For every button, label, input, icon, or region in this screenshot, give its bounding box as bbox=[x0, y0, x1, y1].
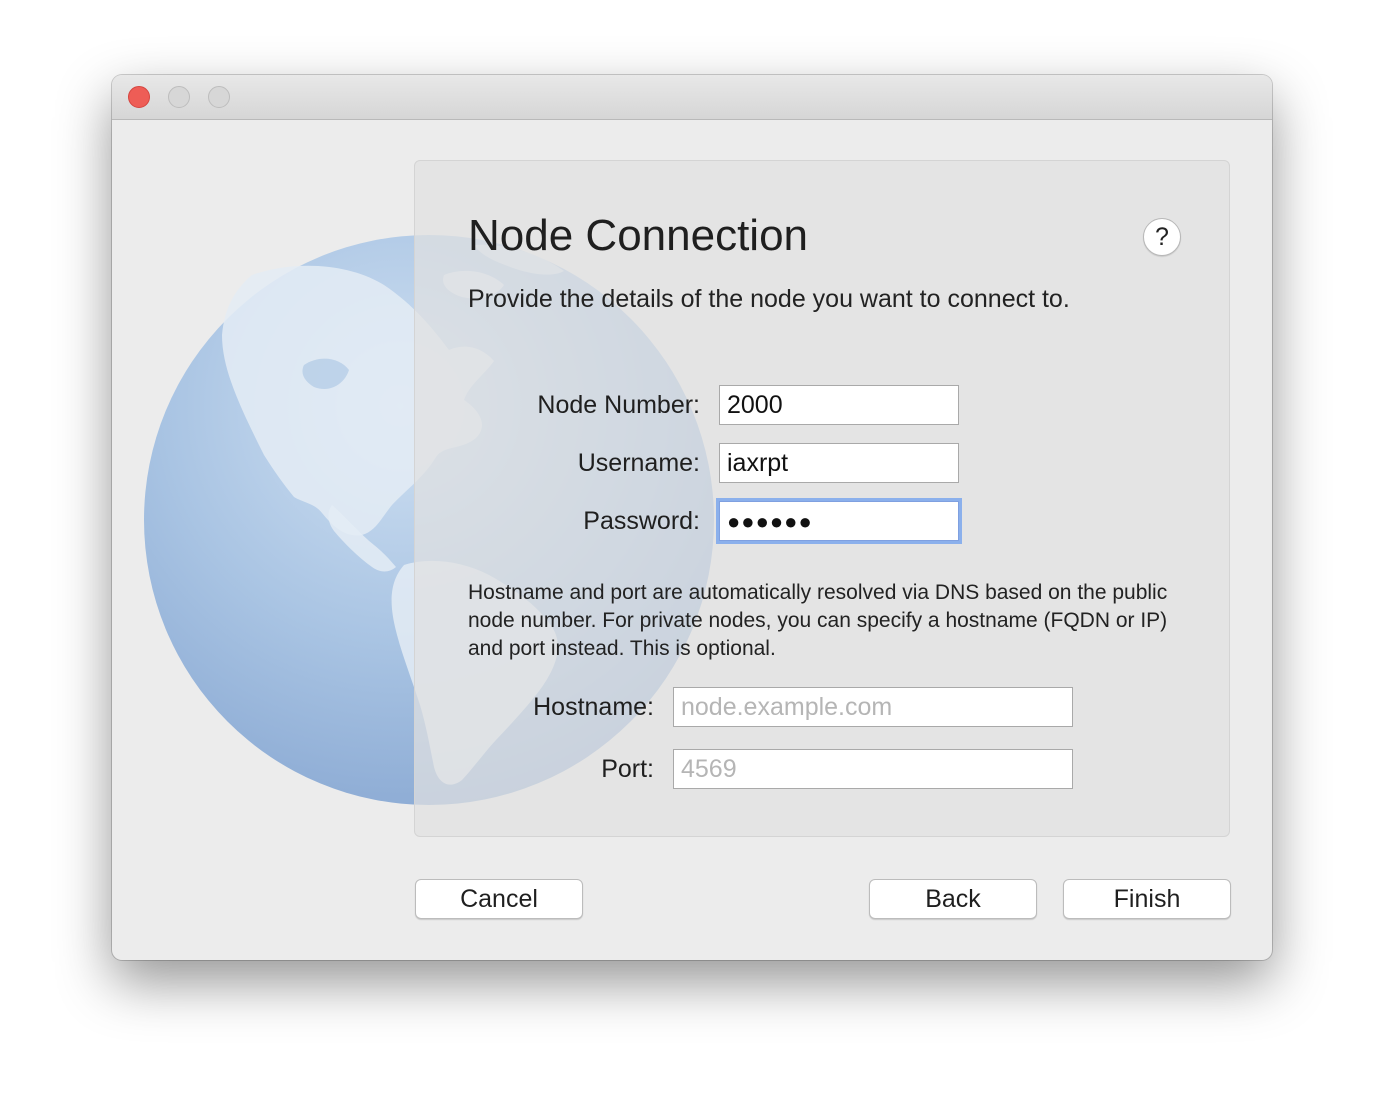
help-button[interactable]: ? bbox=[1143, 218, 1181, 256]
port-label: Port: bbox=[601, 755, 654, 783]
back-button[interactable]: Back bbox=[869, 879, 1037, 919]
page-subtitle: Provide the details of the node you want… bbox=[468, 285, 1070, 313]
node-number-input[interactable]: 2000 bbox=[719, 385, 959, 425]
password-label: Password: bbox=[583, 507, 700, 535]
password-mask: ●●●●●● bbox=[727, 509, 813, 534]
password-input[interactable]: ●●●●●● bbox=[719, 501, 959, 541]
minimize-window-button[interactable] bbox=[168, 86, 190, 108]
close-window-button[interactable] bbox=[128, 86, 150, 108]
dns-info-text: Hostname and port are automatically reso… bbox=[468, 581, 1168, 660]
dialog-window: Node Connection Provide the details of t… bbox=[112, 75, 1272, 960]
zoom-window-button[interactable] bbox=[208, 86, 230, 108]
finish-button[interactable]: Finish bbox=[1063, 879, 1231, 919]
cancel-button[interactable]: Cancel bbox=[415, 879, 583, 919]
node-number-label: Node Number: bbox=[537, 391, 700, 419]
title-bar[interactable] bbox=[112, 75, 1272, 120]
username-input[interactable]: iaxrpt bbox=[719, 443, 959, 483]
username-label: Username: bbox=[577, 449, 700, 477]
content-panel bbox=[414, 160, 1230, 837]
port-input[interactable]: 4569 bbox=[673, 749, 1073, 789]
hostname-input[interactable]: node.example.com bbox=[673, 687, 1073, 727]
page-title: Node Connection bbox=[468, 211, 809, 260]
hostname-label: Hostname: bbox=[533, 693, 654, 721]
